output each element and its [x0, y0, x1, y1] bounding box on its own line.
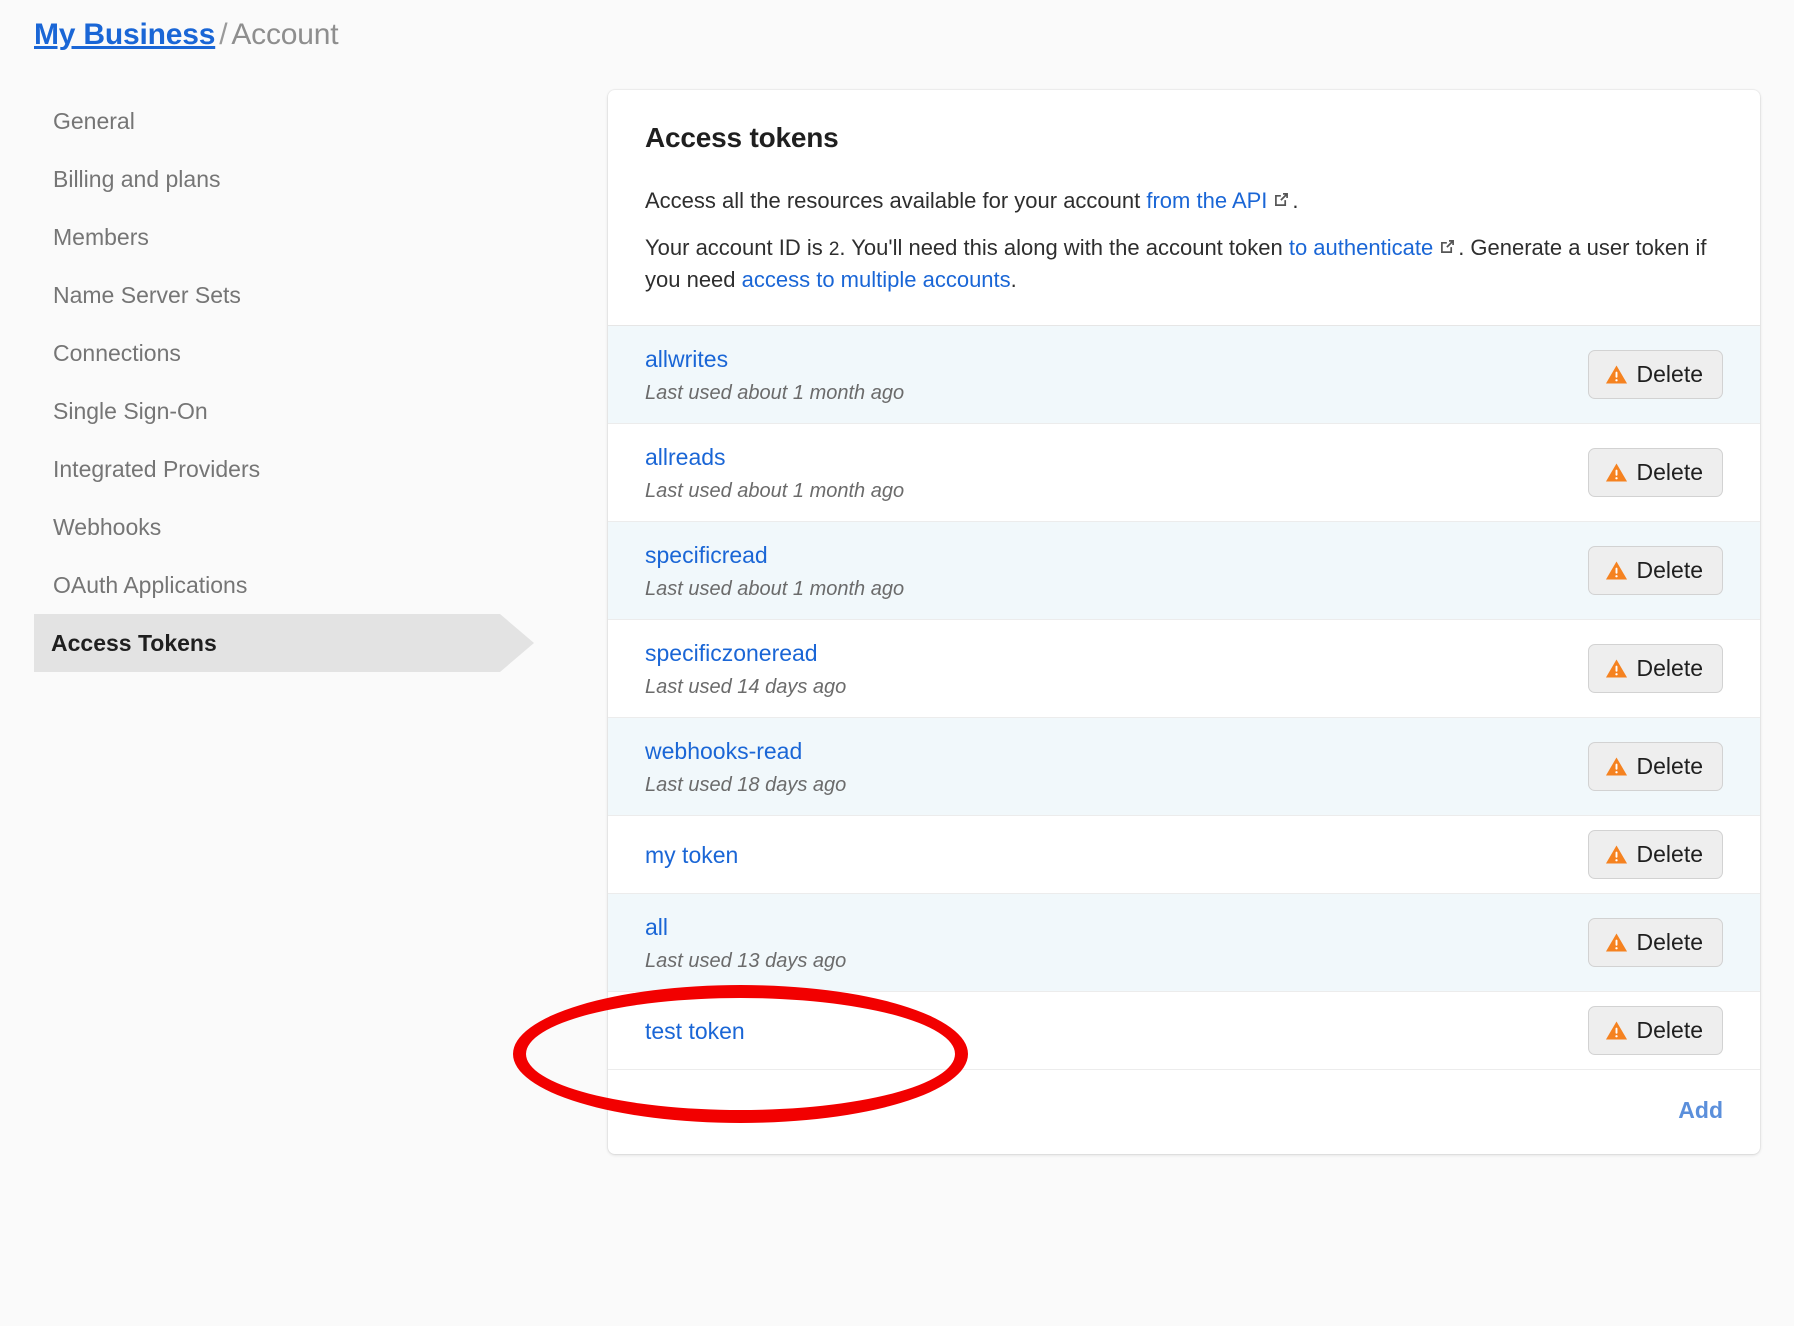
token-info: specificread Last used about 1 month ago — [645, 541, 904, 601]
delete-button[interactable]: Delete — [1587, 644, 1723, 694]
token-last-used: Last used about 1 month ago — [645, 381, 905, 404]
sidebar-item-label: Access Tokens — [51, 629, 217, 656]
breadcrumb-separator: / — [219, 18, 228, 51]
warning-triangle-icon — [1605, 559, 1628, 582]
sidebar-item-label: Webhooks — [53, 513, 162, 540]
sidebar-item-single-sign-on[interactable]: Single Sign-On — [0, 382, 534, 440]
token-name-link[interactable]: specificread — [645, 541, 904, 570]
card-intro: Access tokens Access all the resources a… — [608, 90, 1760, 325]
delete-button[interactable]: Delete — [1587, 1006, 1723, 1056]
table-row: allreads Last used about 1 month ago Del… — [608, 424, 1760, 523]
sidebar-item-oauth-applications[interactable]: OAuth Applications — [0, 556, 534, 614]
sidebar-item-label: Billing and plans — [53, 165, 221, 192]
token-name-link[interactable]: specificzoneread — [645, 639, 846, 668]
delete-button-label: Delete — [1636, 361, 1703, 388]
sidebar-item-general[interactable]: General — [0, 92, 534, 150]
to-authenticate-link[interactable]: to authenticate — [1289, 235, 1433, 260]
token-name-link[interactable]: webhooks-read — [645, 737, 846, 766]
token-name-link[interactable]: allreads — [645, 443, 904, 472]
intro-text: Access all the resources available for y… — [645, 188, 1147, 213]
settings-sidebar: General Billing and plans Members Name S… — [0, 92, 534, 672]
from-the-api-link[interactable]: from the API — [1146, 188, 1267, 213]
external-link-icon — [1438, 237, 1457, 256]
warning-triangle-icon — [1605, 843, 1628, 866]
breadcrumb: My Business / Account — [34, 18, 339, 52]
warning-triangle-icon — [1605, 931, 1628, 954]
token-last-used: Last used 14 days ago — [645, 675, 847, 698]
warning-triangle-icon — [1605, 657, 1628, 680]
delete-button[interactable]: Delete — [1587, 742, 1723, 792]
breadcrumb-current: Account — [231, 18, 339, 51]
sidebar-item-billing-and-plans[interactable]: Billing and plans — [0, 150, 534, 208]
delete-button[interactable]: Delete — [1587, 350, 1723, 400]
sidebar-item-webhooks[interactable]: Webhooks — [0, 498, 534, 556]
intro-text-mid: . You'll need this along with the accoun… — [839, 235, 1289, 261]
breadcrumb-root-link[interactable]: My Business — [34, 18, 215, 51]
sidebar-item-label: Name Server Sets — [53, 281, 241, 308]
token-list: allwrites Last used about 1 month ago De… — [608, 325, 1760, 1071]
sidebar-item-integrated-providers[interactable]: Integrated Providers — [0, 440, 534, 498]
token-last-used: Last used 13 days ago — [645, 949, 847, 972]
delete-button[interactable]: Delete — [1587, 918, 1723, 968]
token-info: test token — [645, 1017, 745, 1046]
token-info: all Last used 13 days ago — [645, 913, 846, 973]
token-info: specificzoneread Last used 14 days ago — [645, 639, 846, 699]
warning-triangle-icon — [1605, 461, 1628, 484]
delete-button-label: Delete — [1636, 841, 1703, 868]
sidebar-item-members[interactable]: Members — [0, 208, 534, 266]
account-id-value: 2 — [828, 239, 840, 261]
intro-text-after: . — [1010, 267, 1017, 293]
sidebar-item-connections[interactable]: Connections — [0, 324, 534, 382]
access-tokens-card: Access tokens Access all the resources a… — [608, 90, 1760, 1155]
sidebar-item-name-server-sets[interactable]: Name Server Sets — [0, 266, 534, 324]
delete-button-label: Delete — [1636, 459, 1703, 486]
warning-triangle-icon — [1605, 1019, 1628, 1042]
token-info: allwrites Last used about 1 month ago — [645, 345, 904, 405]
token-info: allreads Last used about 1 month ago — [645, 443, 904, 503]
token-info: webhooks-read Last used 18 days ago — [645, 737, 846, 797]
delete-button-label: Delete — [1636, 1017, 1703, 1044]
page-title: Access tokens — [645, 122, 839, 153]
intro-text: Your account ID is — [645, 235, 829, 261]
sidebar-item-label: Connections — [53, 339, 181, 366]
token-name-link[interactable]: my token — [645, 841, 738, 870]
add-token-link[interactable]: Add — [1678, 1097, 1723, 1124]
delete-button-label: Delete — [1636, 557, 1703, 584]
token-name-link[interactable]: all — [645, 913, 846, 942]
table-row: test token Delete — [608, 992, 1760, 1071]
sidebar-item-label: Single Sign-On — [53, 397, 208, 424]
table-row: all Last used 13 days ago Delete — [608, 894, 1760, 993]
token-last-used: Last used about 1 month ago — [645, 479, 905, 502]
external-link-icon — [1272, 190, 1291, 209]
delete-button-label: Delete — [1636, 929, 1703, 956]
warning-triangle-icon — [1605, 363, 1628, 386]
delete-button[interactable]: Delete — [1587, 546, 1723, 596]
table-row: allwrites Last used about 1 month ago De… — [608, 326, 1760, 425]
sidebar-item-access-tokens[interactable]: Access Tokens — [0, 614, 534, 672]
token-info: my token — [645, 841, 738, 870]
token-last-used: Last used about 1 month ago — [645, 577, 905, 600]
intro-paragraph-account-id: Your account ID is 2. You'll need this a… — [645, 232, 1723, 295]
table-row: webhooks-read Last used 18 days ago Dele… — [608, 718, 1760, 817]
table-row: specificzoneread Last used 14 days ago D… — [608, 620, 1760, 719]
access-multiple-accounts-link[interactable]: access to multiple accounts — [742, 267, 1011, 292]
card-footer: Add — [608, 1070, 1760, 1154]
sidebar-item-label: Members — [53, 223, 149, 250]
sidebar-item-label: Integrated Providers — [53, 455, 261, 482]
delete-button-label: Delete — [1636, 655, 1703, 682]
delete-button[interactable]: Delete — [1587, 830, 1723, 880]
token-last-used: Last used 18 days ago — [645, 773, 847, 796]
delete-button[interactable]: Delete — [1587, 448, 1723, 498]
token-name-link[interactable]: test token — [645, 1017, 745, 1046]
sidebar-item-label: General — [53, 107, 135, 134]
sidebar-item-label: OAuth Applications — [53, 571, 248, 598]
intro-paragraph-api: Access all the resources available for y… — [645, 185, 1723, 216]
warning-triangle-icon — [1605, 755, 1628, 778]
token-name-link[interactable]: allwrites — [645, 345, 904, 374]
delete-button-label: Delete — [1636, 753, 1703, 780]
intro-text-after: . — [1292, 188, 1299, 213]
table-row: specificread Last used about 1 month ago… — [608, 522, 1760, 621]
table-row: my token Delete — [608, 816, 1760, 895]
